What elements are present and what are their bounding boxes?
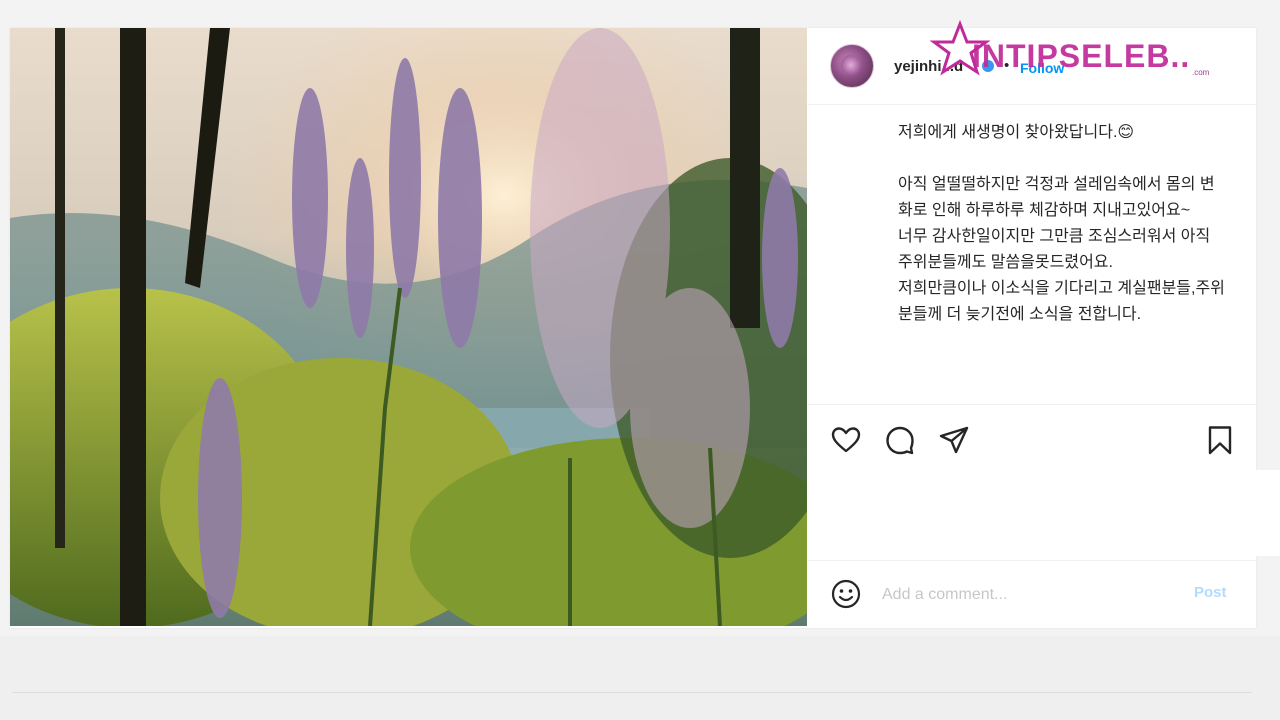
bookmark-icon[interactable] [1204,424,1236,456]
smiley-icon[interactable] [830,578,862,610]
post-image[interactable] [10,28,807,626]
share-icon[interactable] [938,424,970,456]
caption-divider [808,404,1256,405]
watermark-logo: INTIPSELEB.. [972,38,1191,74]
post-caption: 저희에게 새생명이 찾아왔답니다.😊 아직 얼떨떨하지만 걱정과 설레임속에서 … [898,124,1225,323]
bottom-band [0,636,1280,720]
likes-area [808,470,1280,556]
comment-divider [808,560,1256,561]
bottom-divider [12,692,1252,693]
flowers-photo [10,28,807,626]
header-divider [808,104,1256,105]
avatar[interactable] [830,44,874,88]
comment-input[interactable] [880,582,1184,608]
post-button[interactable]: Post [1194,584,1227,601]
comment-icon[interactable] [884,424,916,456]
watermark-domain: .com [1192,68,1210,77]
heart-icon[interactable] [830,424,862,456]
